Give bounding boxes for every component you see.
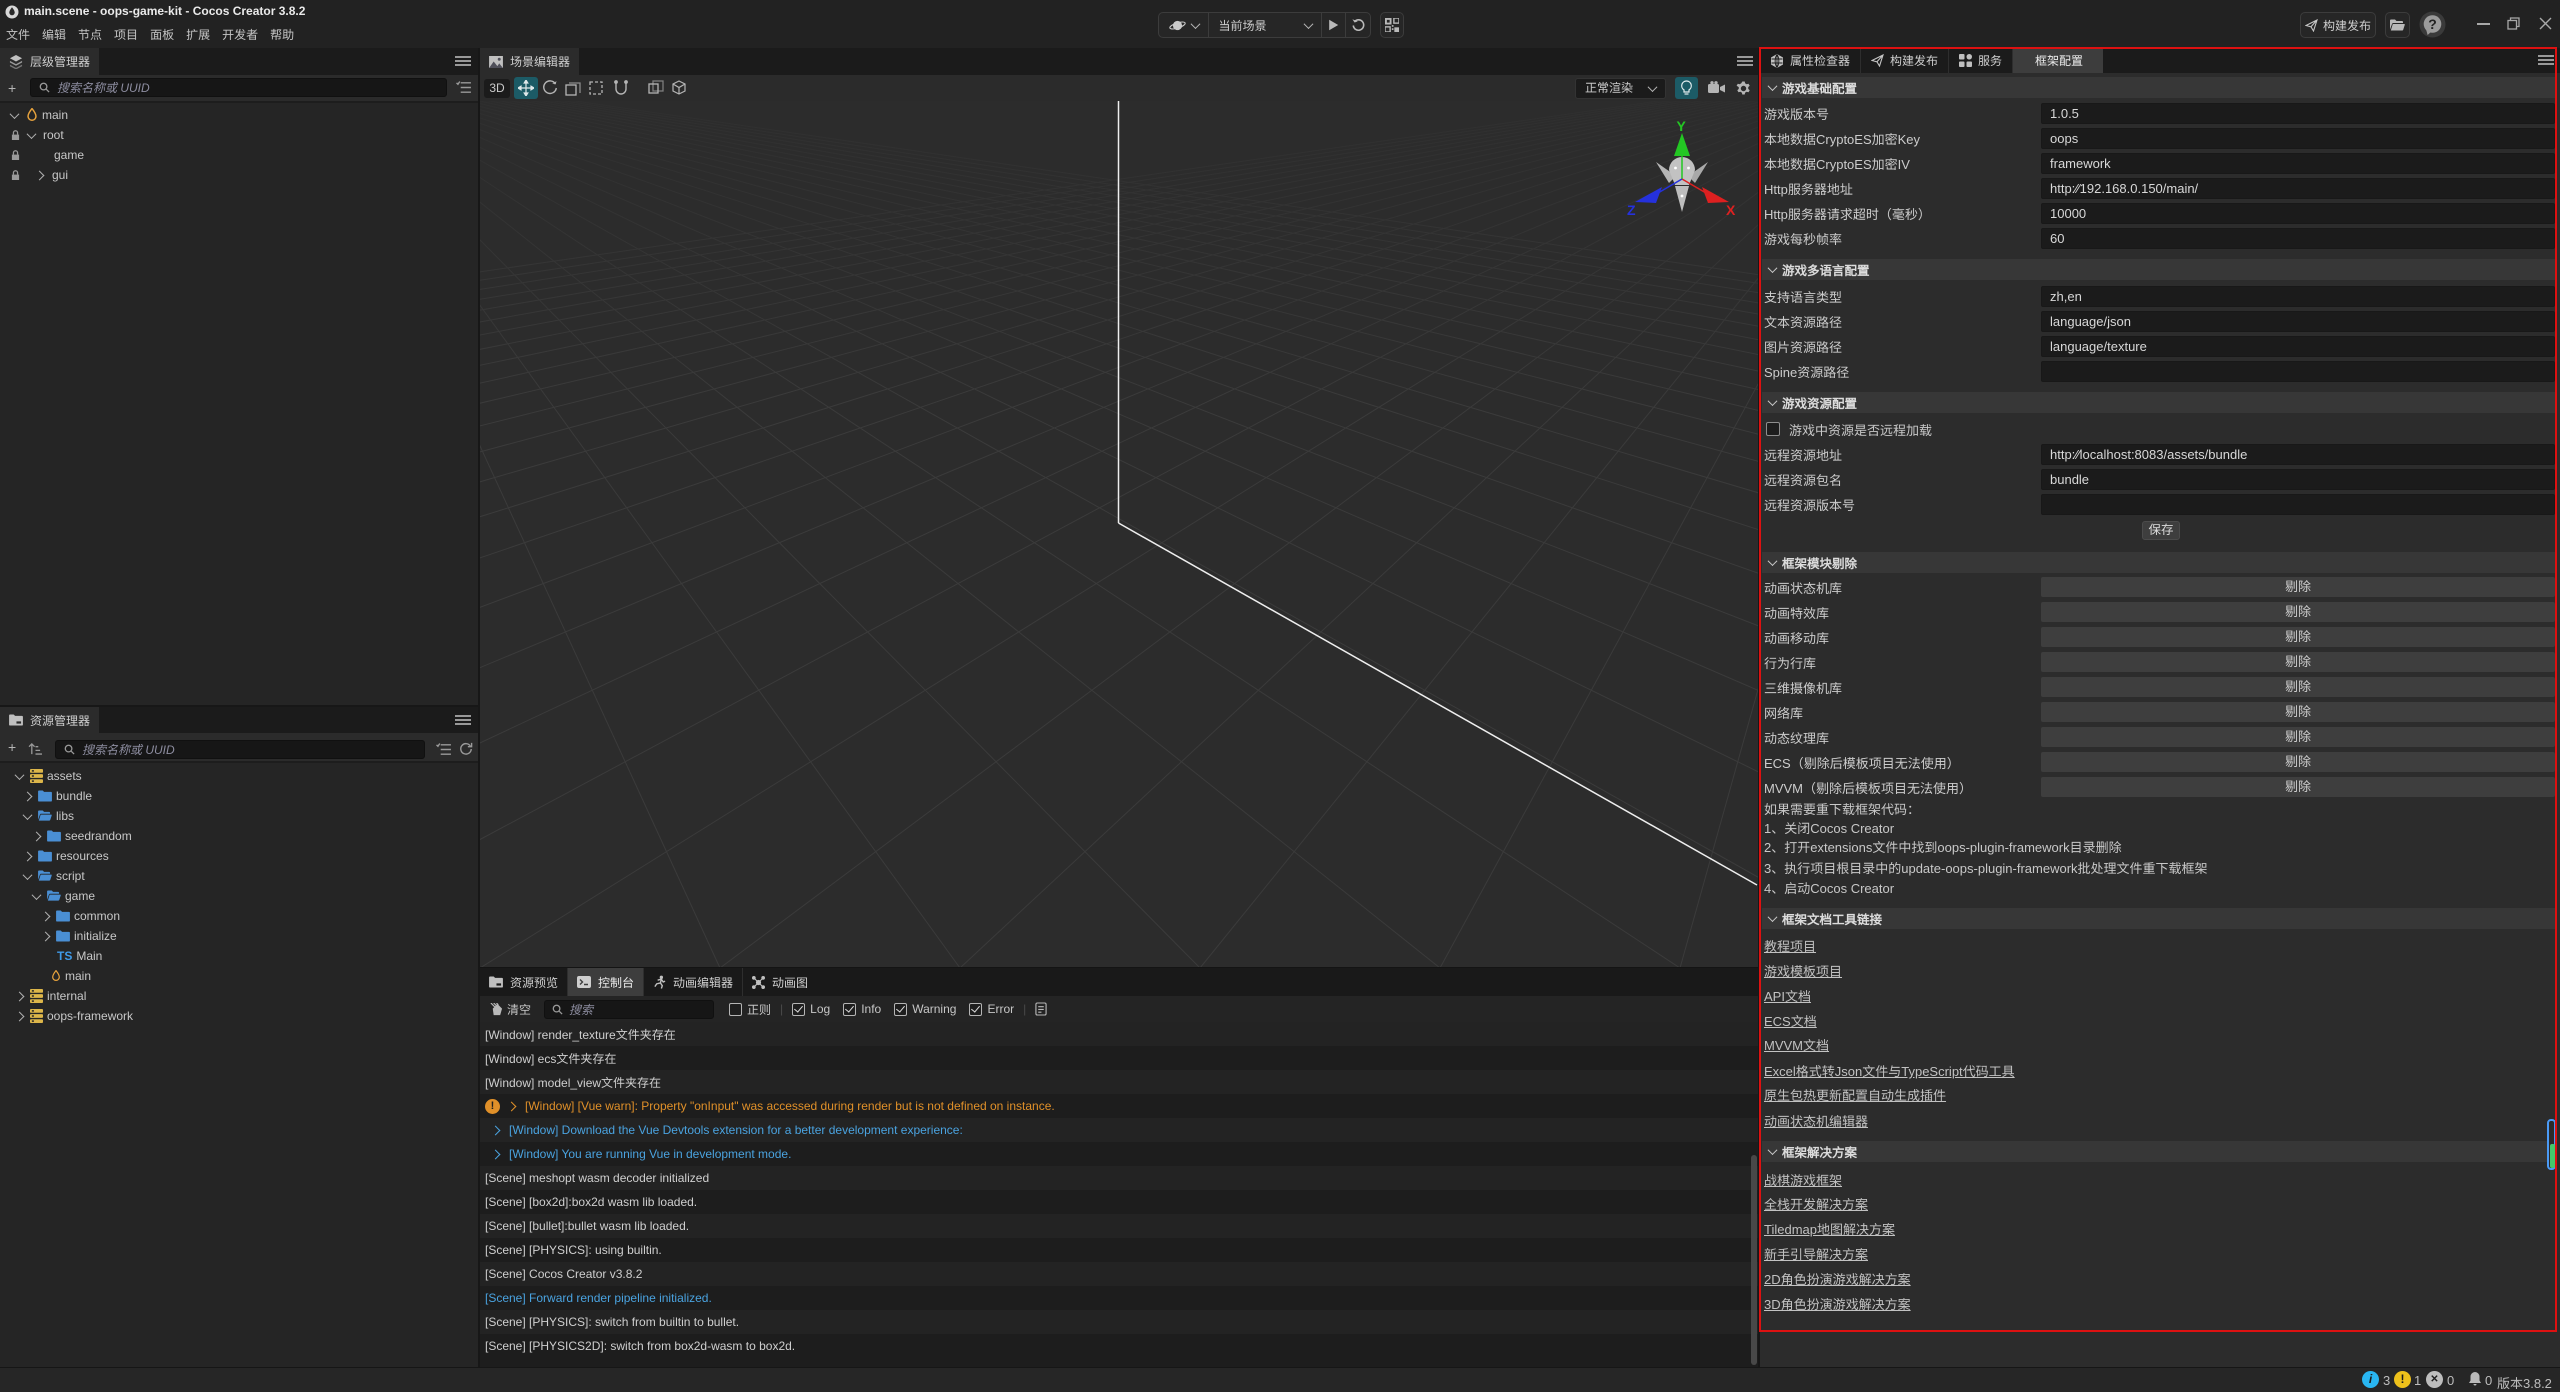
svg-text:X: X: [1726, 202, 1736, 218]
svg-text:Z: Z: [1627, 202, 1636, 218]
svg-text:Y: Y: [1677, 118, 1687, 134]
svg-text:?: ?: [2428, 16, 2437, 32]
